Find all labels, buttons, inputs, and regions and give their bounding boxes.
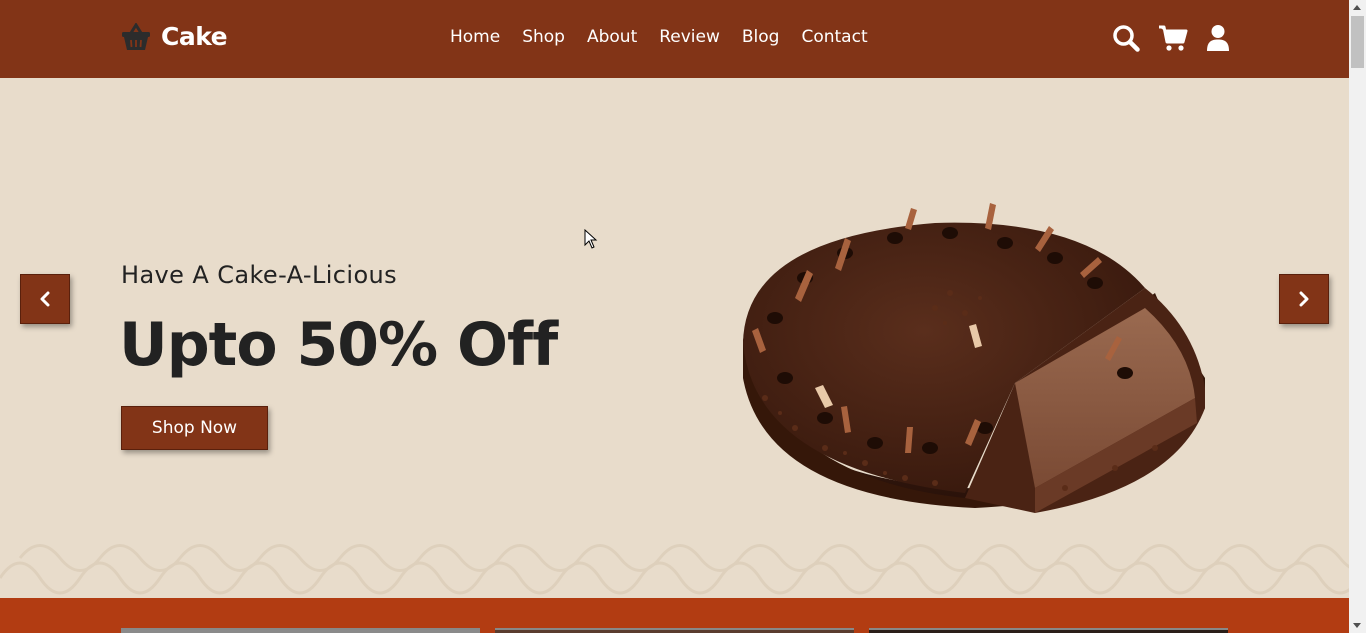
header-icons (1112, 24, 1230, 52)
scroll-thumb[interactable] (1351, 16, 1364, 68)
scroll-up-arrow-icon[interactable] (1353, 5, 1361, 10)
cart-icon[interactable] (1158, 24, 1188, 52)
chocolate-cake-image (743, 203, 1205, 513)
hero-title: Upto 50% Off (119, 310, 558, 380)
chevron-left-icon (40, 291, 50, 307)
feature-card[interactable] (869, 628, 1228, 633)
shop-now-button[interactable]: Shop Now (121, 406, 268, 450)
scroll-down-arrow-icon[interactable] (1353, 623, 1361, 628)
mouse-cursor-icon (584, 229, 598, 249)
chevron-right-icon (1299, 291, 1309, 307)
page-scrollbar[interactable] (1349, 0, 1366, 633)
nav-home[interactable]: Home (450, 27, 500, 47)
logo-text: Cake (161, 22, 228, 51)
nav-about[interactable]: About (587, 27, 637, 47)
search-icon[interactable] (1112, 24, 1140, 52)
main-nav: Home Shop About Review Blog Contact (450, 27, 890, 47)
user-icon[interactable] (1206, 24, 1230, 52)
nav-shop[interactable]: Shop (522, 27, 565, 47)
hero-subtitle: Have A Cake-A-Licious (121, 261, 398, 289)
nav-blog[interactable]: Blog (742, 27, 780, 47)
feature-card[interactable] (121, 628, 480, 633)
nav-review[interactable]: Review (659, 27, 720, 47)
feature-card[interactable] (495, 628, 854, 633)
slider-next-button[interactable] (1279, 274, 1329, 324)
slider-prev-button[interactable] (20, 274, 70, 324)
hero-slider: Have A Cake-A-Licious Upto 50% Off Shop … (0, 78, 1349, 598)
logo[interactable]: Cake (121, 22, 228, 51)
featured-band (0, 598, 1349, 633)
site-header: Cake Home Shop About Review Blog Contact (0, 0, 1349, 78)
nav-contact[interactable]: Contact (801, 27, 867, 47)
basket-icon (122, 22, 150, 50)
